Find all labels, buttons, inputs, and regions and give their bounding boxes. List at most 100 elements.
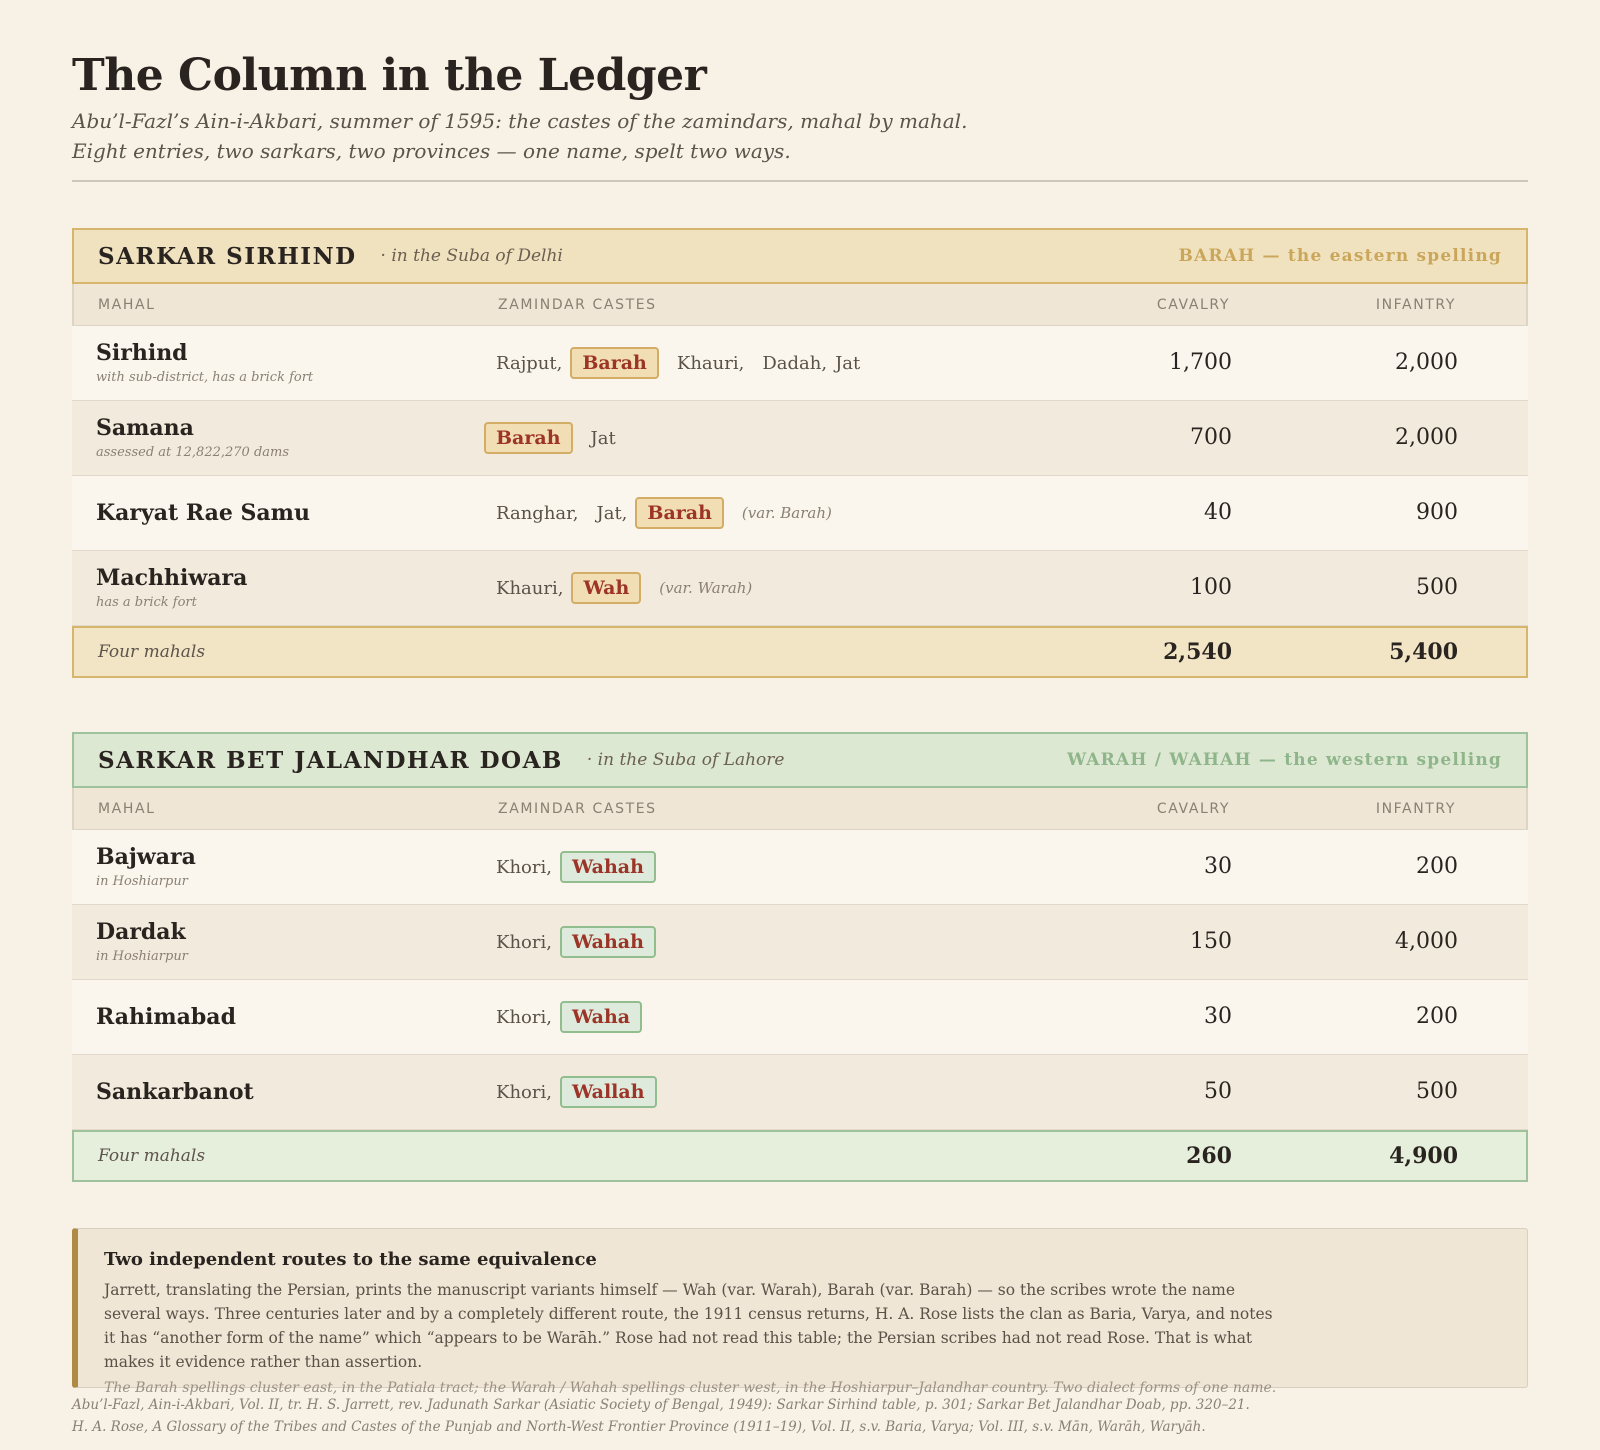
divider [72,180,1528,182]
mahal-name: Sirhind [96,340,188,366]
caste: Ranghar, [496,502,579,524]
mahal-name: Samana [96,415,194,441]
castes-list: Khauri, Wah (var. Warah) [496,571,752,605]
caste: Khauri, [676,352,745,374]
mahal-name: Dardak [96,919,186,945]
caste-highlight: Waha [559,1001,643,1033]
total-label: Four mahals [98,642,206,662]
mahal-name: Rahimabad [96,1004,236,1030]
total-row: Four mahals 260 4,900 [72,1130,1528,1182]
table-row: Rahimabad Khori, Waha 30 200 [72,980,1528,1055]
cavalry-value: 50 [1204,1079,1232,1104]
col-cavalry: CAVALRY [1156,801,1230,817]
col-mahal: MAHAL [98,801,156,817]
infantry-value: 4,000 [1395,929,1458,954]
references: Abu’l-Fazl, Ain-i-Akbari, Vol. II, tr. H… [72,1394,1528,1438]
castes-list: Khori, Wahah [496,925,674,959]
col-infantry: INFANTRY [1375,801,1456,817]
total-infantry: 4,900 [1389,1143,1458,1169]
cavalry-value: 30 [1204,854,1232,879]
caste: Jat, [596,502,628,524]
reference-line: H. A. Rose, A Glossary of the Tribes and… [72,1419,1206,1435]
cavalry-value: 1,700 [1169,350,1232,375]
caste: Jat [835,352,861,374]
variant-note: (var. Barah) [741,504,832,522]
caste: Dadah, [762,352,828,374]
total-row: Four mahals 2,540 5,400 [72,626,1528,678]
total-label: Four mahals [98,1146,206,1166]
sarkar-name: SARKAR SIRHIND [98,242,357,270]
column-headers: MAHAL ZAMINDAR CASTES CAVALRY INFANTRY [72,788,1528,830]
infantry-value: 2,000 [1395,425,1458,450]
caste: Rajput, [496,352,563,374]
castes-list: Khori, Wahah [496,850,674,884]
callout-body: Jarrett, translating the Persian, prints… [104,1281,1273,1371]
caste: Jat [590,427,616,449]
cavalry-value: 100 [1190,575,1232,600]
caste: Khori, [496,931,552,953]
spelling-label: WARAH / WAHAH — the western spelling [1067,750,1502,770]
spelling-label: BARAH — the eastern spelling [1178,246,1502,266]
sarkar-suba: · in the Suba of Lahore [586,750,785,770]
sarkar-header: SARKAR SIRHIND · in the Suba of Delhi BA… [72,228,1528,284]
col-castes: ZAMINDAR CASTES [498,297,657,313]
subtitle-line-2: Eight entries, two sarkars, two province… [72,139,791,163]
table-row: Karyat Rae Samu Ranghar, Jat, Barah (var… [72,476,1528,551]
cavalry-value: 700 [1190,425,1232,450]
total-cavalry: 260 [1186,1143,1232,1169]
table-row: Machhiwara has a brick fort Khauri, Wah … [72,551,1528,626]
caste-highlight: Barah [570,347,659,379]
sarkar-name: SARKAR BET JALANDHAR DOAB [98,746,563,774]
castes-list: Ranghar, Jat, Barah (var. Barah) [496,496,832,530]
caste: Khori, [496,856,552,878]
table-row: Samana assessed at 12,822,270 dams Barah… [72,401,1528,476]
caste: Khori, [496,1006,552,1028]
cavalry-value: 30 [1204,1004,1232,1029]
castes-list: Rajput, Barah Khauri, Dadah, Jat [496,346,878,380]
total-cavalry: 2,540 [1163,639,1232,665]
table-row: Bajwara in Hoshiarpur Khori, Wahah 30 20… [72,830,1528,905]
sarkar-header: SARKAR BET JALANDHAR DOAB · in the Suba … [72,732,1528,788]
page-title: The Column in the Ledger [72,50,707,101]
mahal-note: in Hoshiarpur [96,874,188,889]
caste-highlight: Wah [571,572,642,604]
caste: Khori, [496,1081,552,1103]
mahal-note: in Hoshiarpur [96,949,188,964]
mahal-note: has a brick fort [96,595,197,610]
mahal-name: Bajwara [96,844,196,870]
mahal-name: Karyat Rae Samu [96,500,310,526]
cavalry-value: 40 [1204,500,1232,525]
subtitle-line-1: Abu’l-Fazl’s Ain-i-Akbari, summer of 159… [72,109,968,133]
sarkar-suba: · in the Suba of Delhi [380,246,563,266]
mahal-name: Machhiwara [96,565,248,591]
caste: Khauri, [496,577,564,599]
sarkar-sirhind: SARKAR SIRHIND · in the Suba of Delhi BA… [72,228,1528,678]
col-mahal: MAHAL [98,297,156,313]
infantry-value: 500 [1416,1079,1458,1104]
castes-list: Barah Jat [484,421,634,455]
table-row: Sankarbanot Khori, Wallah 50 500 [72,1055,1528,1130]
caste-highlight: Barah [635,497,724,529]
mahal-name: Sankarbanot [96,1079,254,1105]
evidence-callout: Two independent routes to the same equiv… [72,1228,1528,1396]
table-row: Dardak in Hoshiarpur Khori, Wahah 150 4,… [72,905,1528,980]
infantry-value: 2,000 [1395,350,1458,375]
castes-list: Khori, Waha [496,1000,660,1034]
callout-note: The Barah spellings cluster east, in the… [104,1380,1277,1396]
infantry-value: 200 [1416,854,1458,879]
callout-title: Two independent routes to the same equiv… [104,1249,597,1270]
table-row: Sirhind with sub-district, has a brick f… [72,326,1528,401]
subtitle: Abu’l-Fazl’s Ain-i-Akbari, summer of 159… [72,106,1528,166]
page: The Column in the Ledger Abu’l-Fazl’s Ai… [72,50,1528,1438]
col-castes: ZAMINDAR CASTES [498,801,657,817]
col-infantry: INFANTRY [1375,297,1456,313]
caste-highlight: Barah [484,422,573,454]
variant-note: (var. Warah) [659,579,753,597]
caste-highlight: Wahah [559,851,656,883]
caste-highlight: Wahah [559,926,656,958]
castes-list: Khori, Wallah [496,1075,675,1109]
cavalry-value: 150 [1190,929,1232,954]
infantry-value: 500 [1416,575,1458,600]
infantry-value: 900 [1416,500,1458,525]
total-infantry: 5,400 [1389,639,1458,665]
